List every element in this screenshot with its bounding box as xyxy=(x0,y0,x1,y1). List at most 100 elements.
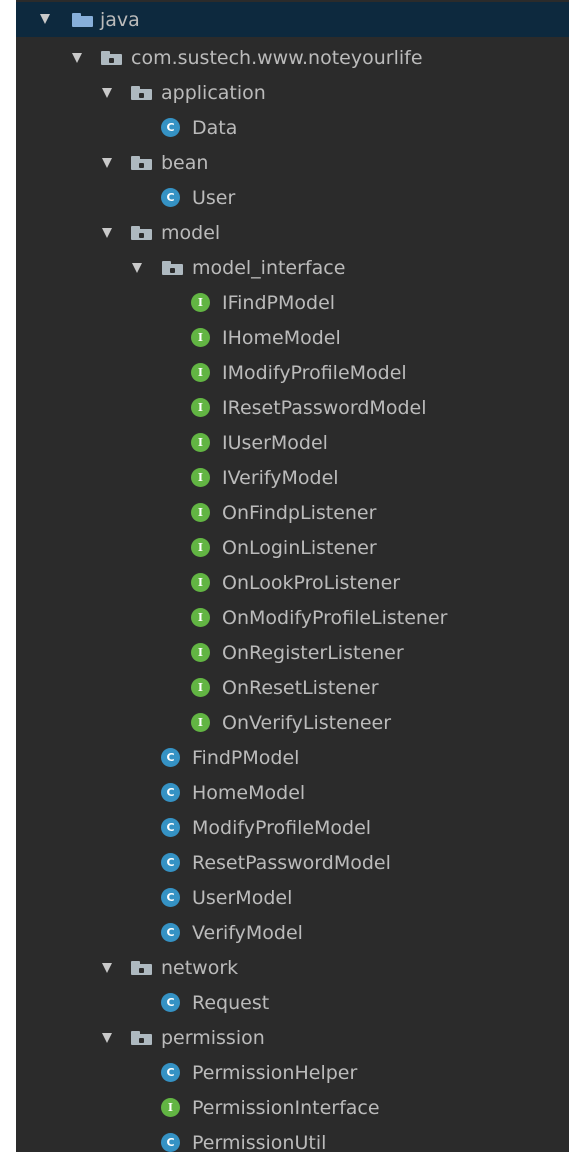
expand-arrow-icon[interactable] xyxy=(102,963,112,973)
expand-arrow-icon[interactable] xyxy=(72,53,82,63)
tree-node-interface[interactable]: I OnLoginListener xyxy=(16,530,569,565)
class-icon: C xyxy=(161,118,180,137)
tree-node-package[interactable]: com.sustech.www.noteyourlife xyxy=(16,40,569,75)
expand-arrow-icon[interactable] xyxy=(132,263,142,273)
tree-node-class[interactable]: C HomeModel xyxy=(16,775,569,810)
tree-node-label: IModifyProfileModel xyxy=(222,361,407,384)
tree-node-class[interactable]: C ResetPasswordModel xyxy=(16,845,569,880)
tree-node-interface[interactable]: I IVerifyModel xyxy=(16,460,569,495)
package-folder-icon xyxy=(131,1031,152,1045)
tree-node-interface[interactable]: I PermissionInterface xyxy=(16,1090,569,1125)
class-icon: C xyxy=(161,1063,180,1082)
tree-node-label: User xyxy=(192,186,236,209)
package-folder-icon xyxy=(131,86,152,100)
class-icon: C xyxy=(161,923,180,942)
project-tree-panel: java com.sustech.www.noteyourlife applic… xyxy=(16,0,569,1152)
interface-icon: I xyxy=(191,608,210,627)
tree-node-label: FindPModel xyxy=(192,746,300,769)
class-icon: C xyxy=(161,818,180,837)
tree-node-label: model_interface xyxy=(192,256,346,279)
tree-node-interface[interactable]: I IUserModel xyxy=(16,425,569,460)
interface-icon: I xyxy=(161,1098,180,1117)
interface-icon: I xyxy=(191,328,210,347)
tree-node-class[interactable]: C FindPModel xyxy=(16,740,569,775)
interface-icon: I xyxy=(191,468,210,487)
tree-node-interface[interactable]: I OnLookProListener xyxy=(16,565,569,600)
tree-node-class[interactable]: C PermissionUtil xyxy=(16,1125,569,1152)
tree-node-label: OnLookProListener xyxy=(222,571,401,594)
tree-node-label: ResetPasswordModel xyxy=(192,851,391,874)
interface-icon: I xyxy=(191,538,210,557)
source-folder-icon xyxy=(72,13,93,27)
tree-node-interface[interactable]: I OnModifyProfileListener xyxy=(16,600,569,635)
package-folder-icon xyxy=(162,261,183,275)
tree-node-interface[interactable]: I OnResetListener xyxy=(16,670,569,705)
expand-arrow-icon[interactable] xyxy=(102,1033,112,1043)
tree-node-bean[interactable]: bean xyxy=(16,145,569,180)
tree-node-label: OnLoginListener xyxy=(222,536,377,559)
tree-node-class[interactable]: C ModifyProfileModel xyxy=(16,810,569,845)
tree-node-network[interactable]: network xyxy=(16,950,569,985)
expand-arrow-icon[interactable] xyxy=(102,228,112,238)
tree-node-application[interactable]: application xyxy=(16,75,569,110)
tree-node-java[interactable]: java xyxy=(16,2,569,37)
tree-node-interface[interactable]: I IHomeModel xyxy=(16,320,569,355)
interface-icon: I xyxy=(191,363,210,382)
tree-node-interface[interactable]: I OnRegisterListener xyxy=(16,635,569,670)
tree-node-label: bean xyxy=(161,151,209,174)
tree-node-label: UserModel xyxy=(192,886,293,909)
tree-node-interface[interactable]: I IModifyProfileModel xyxy=(16,355,569,390)
tree-node-label: OnFindpListener xyxy=(222,501,377,524)
interface-icon: I xyxy=(191,713,210,732)
tree-node-class[interactable]: C Request xyxy=(16,985,569,1020)
tree-node-label: IUserModel xyxy=(222,431,328,454)
class-icon: C xyxy=(161,748,180,767)
tree-node-interface[interactable]: I OnVerifyListeneer xyxy=(16,705,569,740)
expand-arrow-icon[interactable] xyxy=(40,14,50,24)
class-icon: C xyxy=(161,853,180,872)
tree-node-label: IVerifyModel xyxy=(222,466,339,489)
class-icon: C xyxy=(161,188,180,207)
interface-icon: I xyxy=(191,433,210,452)
class-icon: C xyxy=(161,888,180,907)
tree-node-class[interactable]: C PermissionHelper xyxy=(16,1055,569,1090)
tree-node-class[interactable]: C Data xyxy=(16,110,569,145)
package-folder-icon xyxy=(131,226,152,240)
tree-node-class[interactable]: C UserModel xyxy=(16,880,569,915)
tree-node-label: OnVerifyListeneer xyxy=(222,711,392,734)
tree-node-label: application xyxy=(161,81,266,104)
tree-node-label: model xyxy=(161,221,221,244)
interface-icon: I xyxy=(191,293,210,312)
tree-node-interface[interactable]: I IResetPasswordModel xyxy=(16,390,569,425)
tree-node-interface[interactable]: I OnFindpListener xyxy=(16,495,569,530)
interface-icon: I xyxy=(191,573,210,592)
interface-icon: I xyxy=(191,398,210,417)
tree-node-model[interactable]: model xyxy=(16,215,569,250)
tree-node-label: Request xyxy=(192,991,270,1014)
tree-node-label: PermissionInterface xyxy=(192,1096,380,1119)
class-icon: C xyxy=(161,1133,180,1152)
tree-node-interface[interactable]: I IFindPModel xyxy=(16,285,569,320)
interface-icon: I xyxy=(191,503,210,522)
interface-icon: I xyxy=(191,678,210,697)
tree-node-class[interactable]: C VerifyModel xyxy=(16,915,569,950)
tree-node-label: OnResetListener xyxy=(222,676,379,699)
tree-node-permission[interactable]: permission xyxy=(16,1020,569,1055)
expand-arrow-icon[interactable] xyxy=(102,88,112,98)
package-folder-icon xyxy=(131,961,152,975)
class-icon: C xyxy=(161,993,180,1012)
tree-node-class[interactable]: C User xyxy=(16,180,569,215)
tree-node-label: VerifyModel xyxy=(192,921,303,944)
tree-node-label: network xyxy=(161,956,239,979)
tree-node-label: PermissionHelper xyxy=(192,1061,358,1084)
tree-node-label: PermissionUtil xyxy=(192,1131,327,1152)
tree-node-label: ModifyProfileModel xyxy=(192,816,372,839)
tree-node-label: permission xyxy=(161,1026,265,1049)
tree-node-label: IFindPModel xyxy=(222,291,336,314)
expand-arrow-icon[interactable] xyxy=(102,158,112,168)
tree-node-label: OnRegisterListener xyxy=(222,641,404,664)
tree-node-label: OnModifyProfileListener xyxy=(222,606,448,629)
tree-node-label: Data xyxy=(192,116,238,139)
tree-node-model-interface[interactable]: model_interface xyxy=(16,250,569,285)
tree-node-label: java xyxy=(100,8,140,31)
